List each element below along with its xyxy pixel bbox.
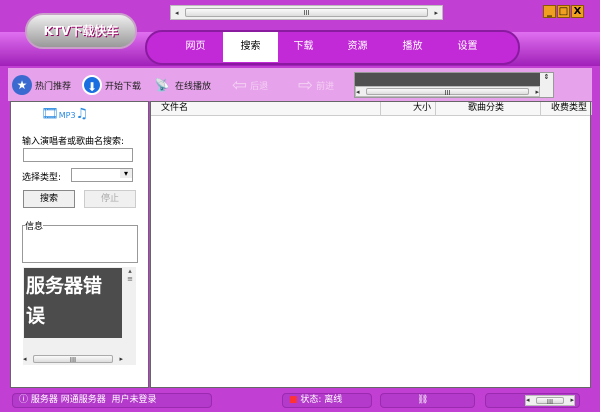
- online-play-button[interactable]: 📡 在线播放: [152, 75, 212, 95]
- download-label: 开始下载: [105, 81, 142, 92]
- tab-search[interactable]: 搜索: [223, 32, 278, 62]
- scroll-thumb[interactable]: III: [184, 7, 429, 18]
- connection-status: ■ 状态: 离线: [282, 393, 372, 408]
- chevron-down-icon: ▾: [120, 169, 132, 178]
- error-hscroll[interactable]: ◂ III ▸: [23, 353, 123, 365]
- back-arrow-icon: ⇦: [232, 75, 248, 96]
- satellite-dish-icon: 📡: [154, 78, 170, 92]
- offline-icon: ■: [289, 395, 298, 405]
- forward-button[interactable]: ⇨ 前进: [298, 75, 334, 96]
- star-icon: ★: [12, 75, 32, 95]
- scroll-thumb[interactable]: III: [365, 88, 530, 97]
- col-filename[interactable]: 文件名: [151, 102, 381, 115]
- network-icon: ⛓: [417, 395, 429, 405]
- scroll-thumb[interactable]: III: [535, 397, 565, 406]
- tab-play[interactable]: 播放: [385, 32, 440, 62]
- back-button[interactable]: ⇦ 后退: [232, 75, 268, 96]
- info-icon: ⓘ: [19, 395, 29, 405]
- maximize-button[interactable]: □: [557, 5, 570, 18]
- info-group: 信息: [22, 219, 138, 263]
- ad-vscroll[interactable]: ⇕: [540, 73, 553, 97]
- search-label: 输入演唱者或歌曲名搜索:: [22, 137, 125, 147]
- error-panel: 服务器错误 ▴ ≡ ◂ III ▸: [23, 267, 136, 365]
- online-label: 在线播放: [175, 81, 212, 92]
- user-status: 用户未登录: [111, 395, 157, 405]
- forward-arrow-icon: ⇨: [298, 75, 314, 96]
- info-label: 信息: [25, 219, 44, 232]
- search-input[interactable]: [23, 148, 133, 162]
- col-fee[interactable]: 收费类型: [541, 102, 592, 115]
- forward-label: 前进: [316, 82, 335, 92]
- tab-download[interactable]: 下载: [276, 32, 331, 62]
- minimize-button[interactable]: _: [543, 5, 556, 18]
- status-slider-panel: ◂ III ▸: [485, 393, 580, 408]
- error-vscroll[interactable]: ▴ ≡: [124, 267, 136, 351]
- ad-scrollbar[interactable]: ◂ III ▸: [355, 86, 540, 97]
- download-arrow-icon: ⬇: [82, 75, 102, 95]
- tab-settings[interactable]: 设置: [440, 32, 495, 62]
- type-select[interactable]: ▾: [71, 168, 133, 182]
- left-panel: 🎞MP3♫ 输入演唱者或歌曲名搜索: 选择类型: ▾ 搜索 停止 信息 服务器错…: [10, 101, 149, 388]
- scroll-thumb[interactable]: III: [32, 354, 114, 364]
- type-label: 选择类型:: [22, 173, 62, 183]
- search-button[interactable]: 搜索: [23, 190, 75, 208]
- col-category[interactable]: 歌曲分类: [436, 102, 541, 115]
- server-status: ⓘ 服务器 网通服务器 用户未登录: [12, 393, 212, 408]
- window-controls: _ □ X: [543, 5, 584, 18]
- app-logo: KTV下载快车: [25, 13, 137, 49]
- top-scrollbar[interactable]: ◂ III ▸: [170, 5, 443, 20]
- start-download-button[interactable]: ⬇ 开始下载: [82, 75, 141, 95]
- file-list: 文件名 大小 歌曲分类 收费类型: [150, 101, 592, 388]
- media-logo-icon: 🎞MP3♫: [41, 106, 89, 122]
- error-text: 服务器错误: [24, 268, 122, 338]
- col-size[interactable]: 大小: [381, 102, 436, 115]
- back-label: 后退: [250, 82, 269, 92]
- tab-resources[interactable]: 资源: [330, 32, 385, 62]
- list-header: 文件名 大小 歌曲分类 收费类型: [151, 102, 592, 116]
- hot-button[interactable]: ★ 热门推荐: [12, 75, 71, 95]
- stop-button[interactable]: 停止: [84, 190, 136, 208]
- status-scrollbar[interactable]: ◂ III ▸: [525, 395, 575, 406]
- close-button[interactable]: X: [571, 5, 584, 18]
- hot-label: 热门推荐: [35, 81, 72, 92]
- tab-web[interactable]: 网页: [168, 32, 223, 62]
- network-status: ⛓: [380, 393, 475, 408]
- ad-panel: ◂ III ▸ ⇕: [354, 72, 554, 98]
